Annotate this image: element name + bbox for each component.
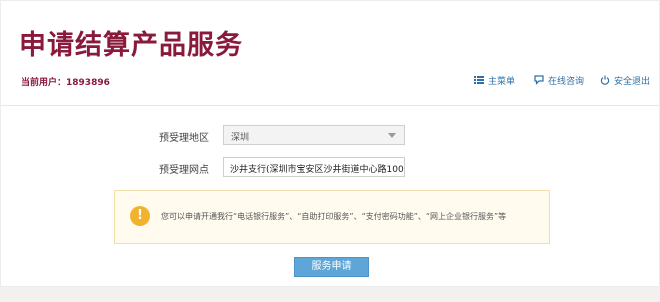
online-consult-label: 在线咨询 <box>548 76 585 87</box>
region-select[interactable]: 深圳 <box>223 125 405 145</box>
main-panel: 申请结算产品服务 当前用户：1893896 主菜单 在线咨询 安全退出 预受理地… <box>0 0 660 287</box>
branch-field[interactable]: 沙井支行(深圳市宝安区沙井街道中心路100号星河 <box>223 157 405 177</box>
service-apply-button[interactable]: 服务申请 <box>294 257 369 277</box>
online-consult-link[interactable]: 在线咨询 <box>534 73 584 87</box>
current-user-label: 当前用户： <box>21 78 67 88</box>
header-divider <box>1 105 660 106</box>
main-menu-label: 主菜单 <box>488 76 516 87</box>
main-menu-link[interactable]: 主菜单 <box>474 73 515 87</box>
region-label: 预受理地区 <box>159 133 209 144</box>
safe-exit-link[interactable]: 安全退出 <box>600 73 650 87</box>
power-icon <box>600 75 610 85</box>
exclamation-circle-icon: ! <box>130 206 150 226</box>
page-title: 申请结算产品服务 <box>19 30 243 61</box>
region-select-value: 深圳 <box>231 133 250 143</box>
chevron-down-icon <box>388 133 396 138</box>
safe-exit-label: 安全退出 <box>614 76 651 87</box>
branch-label: 预受理网点 <box>159 165 209 176</box>
current-user: 当前用户：1893896 <box>21 75 110 88</box>
current-user-id: 1893896 <box>66 78 110 88</box>
notice-text: 您可以申请开通我行“电话银行服务”、“自助打印服务”、“支付密码功能”、“网上企… <box>161 212 507 221</box>
list-icon <box>474 75 484 85</box>
chat-bubble-icon <box>534 75 544 85</box>
